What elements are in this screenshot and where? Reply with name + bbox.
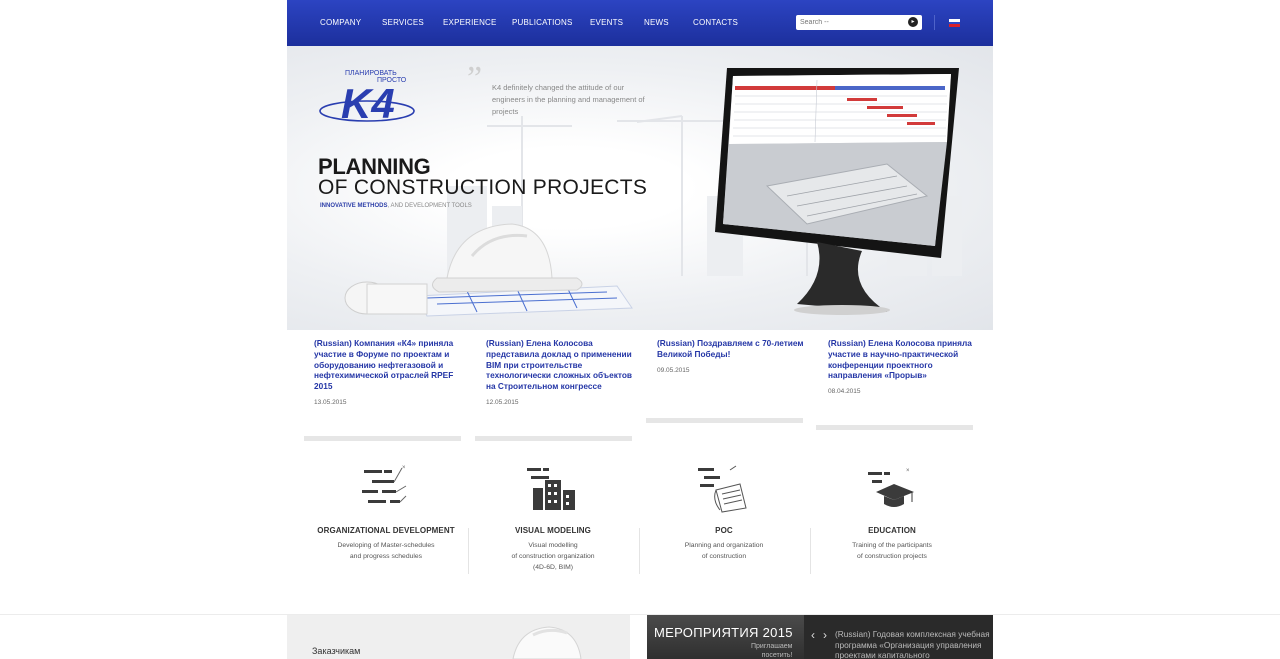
news-title[interactable]: (Russian) Компания «К4» приняла участие … [314, 338, 464, 392]
service-education[interactable]: × EDUCATION Training of the participants… [807, 462, 977, 562]
service-visual-modeling[interactable]: VISUAL MODELING Visual modelling of cons… [468, 462, 638, 573]
news-title[interactable]: (Russian) Поздравляем с 70-летием Велико… [657, 338, 807, 360]
svg-text:×: × [906, 468, 910, 474]
news-divider-bar [816, 425, 973, 430]
events-subtitle-line: Приглашаем [751, 643, 793, 650]
service-desc-line: of construction organization [511, 553, 595, 560]
news-divider-bar [304, 436, 461, 441]
news-date: 12.05.2015 [486, 398, 519, 406]
news-date: 08.04.2015 [828, 388, 861, 396]
svg-text:×: × [402, 465, 406, 471]
nav-events[interactable]: EVENTS [590, 18, 623, 27]
search-box: ▸ [796, 15, 922, 30]
news-date: 13.05.2015 [314, 398, 347, 406]
news-title[interactable]: (Russian) Елена Колосова приняла участие… [828, 338, 978, 381]
events-subtitle-line: посетить! [761, 652, 793, 659]
arrow-right-circle-icon[interactable]: ▸ [908, 17, 918, 27]
news-title[interactable]: (Russian) Елена Колосова представила док… [486, 338, 636, 392]
hero-banner: K4 ПЛАНИРОВАТЬ ПРОСТО ” K4 definitely ch… [287, 46, 993, 330]
service-description: Developing of Master-schedules and progr… [301, 540, 471, 562]
hard-hat [432, 223, 583, 293]
events-title[interactable]: МЕРОПРИЯТИЯ 2015 [654, 625, 793, 640]
chevron-right-icon[interactable]: › [823, 628, 827, 642]
service-description: Training of the participants of construc… [807, 540, 977, 562]
ru-flag-icon[interactable] [949, 19, 960, 27]
service-desc-line: Visual modelling [528, 542, 578, 549]
service-desc-line: Training of the participants [852, 542, 932, 549]
hero-illustration [344, 68, 959, 317]
service-title: ORGANIZATIONAL DEVELOPMENT [317, 526, 455, 535]
search-input[interactable] [800, 17, 904, 28]
clients-label: Заказчикам [312, 646, 361, 656]
news-item: (Russian) Елена Колосова представила док… [486, 338, 636, 406]
service-title: POC [715, 526, 733, 535]
events-subtitle: Приглашаем посетить! [751, 642, 792, 659]
service-description: Visual modelling of construction organiz… [468, 540, 638, 573]
service-desc-line: Planning and organization [684, 542, 764, 549]
service-desc-line: Developing of Master-schedules [337, 542, 435, 549]
nav-divider [934, 15, 935, 30]
service-poc[interactable]: POC Planning and organization of constru… [639, 462, 809, 562]
graduation-cap-icon: × [868, 468, 914, 507]
nav-publications[interactable]: PUBLICATIONS [512, 18, 573, 27]
service-desc-line: of construction projects [857, 553, 927, 560]
nav-experience[interactable]: EXPERIENCE [443, 18, 497, 27]
service-title: VISUAL MODELING [514, 526, 592, 535]
news-item: (Russian) Поздравляем с 70-летием Велико… [657, 338, 807, 374]
section-divider [0, 614, 1280, 615]
service-organizational-development[interactable]: × ORGANIZATIONAL DEVELOPMENT Developing … [301, 462, 471, 562]
org-chart-icon: × [362, 465, 407, 503]
service-desc-line: of construction [701, 553, 747, 560]
computer-monitor [715, 68, 959, 315]
news-item: (Russian) Компания «К4» приняла участие … [314, 338, 464, 406]
service-desc-line: and progress schedules [349, 553, 423, 560]
event-link[interactable]: (Russian) Годовая комплексная учебная пр… [835, 629, 991, 659]
service-description: Planning and organization of constructio… [639, 540, 809, 562]
clients-panel[interactable]: Заказчикам [287, 615, 630, 659]
news-divider-bar [475, 436, 632, 441]
nav-company[interactable]: COMPANY [320, 18, 361, 27]
document-icon [698, 465, 747, 513]
news-date: 09.05.2015 [657, 366, 690, 374]
service-title: EDUCATION [868, 526, 916, 535]
top-navigation: COMPANY SERVICES EXPERIENCE PUBLICATIONS… [287, 0, 993, 46]
service-desc-line: (4D-6D, BIM) [532, 564, 574, 571]
nav-news[interactable]: NEWS [644, 18, 669, 27]
events-panel: МЕРОПРИЯТИЯ 2015 Приглашаем посетить! ‹ … [647, 615, 993, 659]
chevron-left-icon[interactable]: ‹ [811, 628, 815, 642]
building-icon [527, 468, 575, 510]
news-item: (Russian) Елена Колосова приняла участие… [828, 338, 978, 395]
news-divider-bar [646, 418, 803, 423]
nav-services[interactable]: SERVICES [382, 18, 424, 27]
nav-contacts[interactable]: CONTACTS [693, 18, 738, 27]
